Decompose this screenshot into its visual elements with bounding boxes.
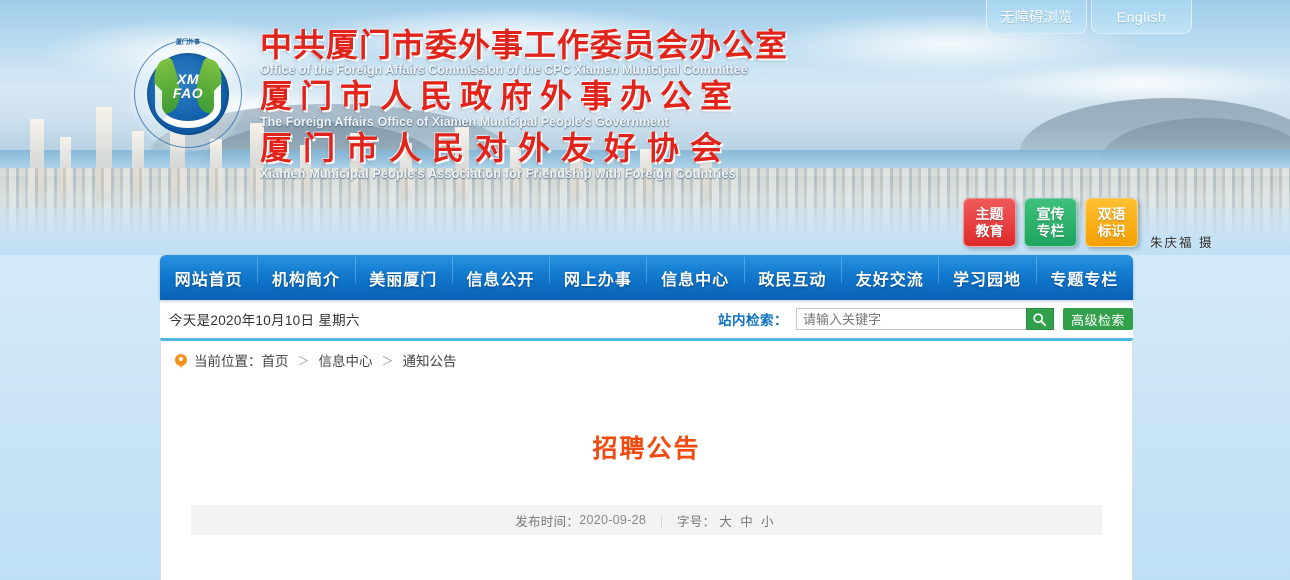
site-search-label: 站内检索： [717, 313, 788, 328]
search-button[interactable] [1025, 308, 1054, 330]
org-title-cn-3: 厦门市人民对外友好协会 [260, 129, 734, 167]
nav-item-info-disclosure[interactable]: 信息公开 [451, 256, 549, 290]
quick-button-bilingual-signage[interactable]: 双语 标识 [1085, 198, 1138, 247]
font-size-large[interactable]: 大 [719, 511, 732, 530]
nav-item-beautiful-xiamen[interactable]: 美丽厦门 [354, 256, 452, 290]
org-title-en-3: Xiamen Municipal People's Association fo… [260, 167, 736, 181]
logo-abbreviation: XM FAO [130, 72, 246, 100]
advanced-search-button[interactable]: 高级检索 [1062, 308, 1133, 330]
search-icon [1033, 312, 1047, 326]
org-title-cn-2: 厦门市人民政府外事办公室 [260, 77, 741, 115]
publish-date: 2020-09-28 [579, 513, 647, 527]
org-title-en-1: Office of the Foreign Affairs Commission… [260, 63, 748, 77]
site-banner: 无障碍浏览 English 厦门外事 XM FAO 中共厦门市委外事工作委员会办… [0, 0, 1290, 255]
quick-button-publicity-column-line1: 宣传 [1036, 205, 1065, 222]
accessibility-browse-label: 无障碍浏览 [1000, 8, 1073, 25]
english-language-label: English [1116, 8, 1167, 25]
quick-button-theme-education-line1: 主题 [975, 205, 1004, 222]
current-date-text: 今天是2020年10月10日 星期六 [169, 313, 360, 328]
breadcrumb-prefix: 当前位置： [194, 354, 262, 369]
logo-curved-text-top: 厦门外事 [175, 40, 200, 46]
quick-button-publicity-column[interactable]: 宣传 专栏 [1024, 198, 1077, 247]
org-title-cn-1: 中共厦门市委外事工作委员会办公室 [260, 26, 789, 64]
breadcrumb-item-home[interactable]: 首页 [262, 350, 289, 370]
org-title-en-2: The Foreign Affairs Office of Xiamen Mun… [260, 115, 669, 129]
publish-time-label: 发布时间： [515, 514, 580, 529]
advanced-search-label: 高级检索 [1070, 312, 1125, 328]
nav-item-special-columns[interactable]: 专题专栏 [1035, 256, 1133, 290]
font-size-label: 字号： [676, 514, 716, 529]
nav-item-home[interactable]: 网站首页 [160, 266, 257, 290]
meta-separator: ｜ [655, 514, 668, 529]
font-size-medium[interactable]: 中 [740, 511, 753, 530]
quick-button-bilingual-signage-line2: 标识 [1097, 222, 1126, 239]
english-language-button[interactable]: English [1091, 0, 1192, 34]
breadcrumb: 当前位置： 首页 ＞ 信息中心 ＞ 通知公告 [161, 341, 1132, 379]
accessibility-browse-button[interactable]: 无障碍浏览 [986, 0, 1087, 34]
page-root: 无障碍浏览 English 厦门外事 XM FAO 中共厦门市委外事工作委员会办… [0, 0, 1290, 580]
breadcrumb-item-info-center[interactable]: 信息中心 [319, 350, 373, 370]
quick-button-theme-education-line2: 教育 [975, 222, 1004, 239]
nav-item-about[interactable]: 机构简介 [257, 256, 354, 290]
article-meta-bar: 发布时间： 2020-09-28 ｜ 字号： 大 中 小 [191, 505, 1102, 535]
nav-item-online-services[interactable]: 网上办事 [549, 256, 646, 290]
photo-credit: 朱庆福 摄 [1150, 236, 1214, 250]
search-input[interactable] [795, 308, 1026, 330]
nav-item-learning-garden[interactable]: 学习园地 [938, 256, 1035, 290]
site-search: 站内检索： 高级检索 [718, 308, 1133, 330]
content-panel: 当前位置： 首页 ＞ 信息中心 ＞ 通知公告 招聘公告 发布时间： 2020-0… [160, 338, 1133, 580]
xmfao-logo[interactable]: 厦门外事 XM FAO [130, 36, 246, 152]
quick-button-theme-education[interactable]: 主题 教育 [963, 198, 1016, 247]
nav-item-info-center[interactable]: 信息中心 [646, 256, 743, 290]
date-search-bar: 今天是2020年10月10日 星期六 站内检索： 高级检索 [160, 300, 1133, 338]
banner-quick-links: 主题 教育 宣传 专栏 双语 标识 [963, 198, 1138, 247]
nav-item-interaction[interactable]: 政民互动 [743, 256, 841, 290]
font-size-small[interactable]: 小 [761, 511, 774, 530]
banner-utility-tabs: 无障碍浏览 English [986, 0, 1192, 34]
logo-abbr-line2: FAO [172, 85, 204, 101]
main-navigation: 网站首页 机构简介 美丽厦门 信息公开 网上办事 信息中心 政民互动 友好交流 … [160, 255, 1133, 300]
location-pin-icon [175, 354, 187, 366]
quick-button-publicity-column-line2: 专栏 [1036, 222, 1065, 239]
quick-button-bilingual-signage-line1: 双语 [1097, 205, 1126, 222]
masthead: 厦门外事 XM FAO 中共厦门市委外事工作委员会办公室 Office of t… [130, 28, 788, 182]
breadcrumb-separator: ＞ [381, 353, 394, 368]
nav-item-friendly-exchange[interactable]: 友好交流 [841, 256, 938, 290]
masthead-titles: 中共厦门市委外事工作委员会办公室 Office of the Foreign A… [260, 28, 788, 182]
article-title: 招聘公告 [592, 434, 701, 463]
breadcrumb-separator: ＞ [297, 353, 310, 368]
breadcrumb-item-notices[interactable]: 通知公告 [403, 350, 457, 370]
